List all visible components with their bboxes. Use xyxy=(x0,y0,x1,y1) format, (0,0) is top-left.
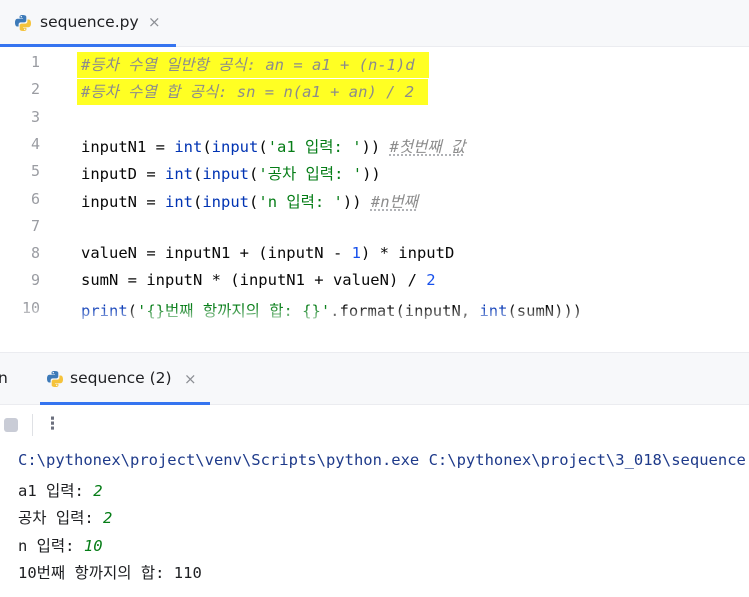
run-tab-bar: n sequence (2) × xyxy=(0,353,749,405)
line-number: 4 xyxy=(30,134,40,153)
code-token: #첫번째 값 xyxy=(389,137,466,156)
code-line[interactable]: 7 xyxy=(0,213,749,240)
run-tab-sequence[interactable]: sequence (2) × xyxy=(32,353,210,405)
run-toolbar: ⋮ xyxy=(0,405,749,447)
panel-divider[interactable] xyxy=(0,327,749,353)
code-token: sumN = inputN * (inputN1 + valueN) / xyxy=(81,271,427,290)
code-line[interactable]: 9 sumN = inputN * (inputN1 + valueN) / 2 xyxy=(0,267,749,294)
editor-tab-sequence-py[interactable]: sequence.py × xyxy=(0,0,176,47)
console-user-input: 2 xyxy=(103,509,113,527)
code-line[interactable]: 1 #등차 수열 일반항 공식: an = a1 + (n-1)d xyxy=(0,49,749,78)
line-number: 8 xyxy=(30,244,40,263)
line-number: 7 xyxy=(30,216,40,235)
editor-tab-bar: sequence.py × xyxy=(0,0,749,47)
line-code: sumN = inputN * (inputN1 + valueN) / 2 xyxy=(81,271,436,289)
line-code: inputD = int(input('공차 입력: ')) xyxy=(81,162,381,184)
console-line: n 입력: 10 xyxy=(18,534,103,561)
line-number: 6 xyxy=(30,189,40,208)
code-token: ( xyxy=(193,165,203,184)
code-token: int xyxy=(165,165,193,184)
console-user-input: 2 xyxy=(93,481,103,500)
code-editor[interactable]: 1 #등차 수열 일반항 공식: an = a1 + (n-1)d 2 #등차 수열 … xyxy=(0,47,749,327)
code-token: ( xyxy=(249,165,259,184)
code-token: )) xyxy=(342,192,371,211)
console-line: C:\pythonex\project\venv\Scripts\python.… xyxy=(18,451,749,478)
console-line: a1 입력: 2 xyxy=(18,479,103,506)
line-number: 9 xyxy=(30,271,40,290)
code-token: ( xyxy=(202,137,212,156)
line-code: inputN = int(input('n 입력: ')) #n번째 xyxy=(81,190,418,212)
console-output: 10번째 항까지의 합: 110 xyxy=(18,564,202,582)
code-line[interactable]: 3 xyxy=(0,104,749,131)
console-output: n 입력: xyxy=(18,536,84,555)
code-token: #등차 수열 일반항 공식: an = a1 + (n-1)d xyxy=(77,52,429,78)
run-tab-label: sequence (2) xyxy=(70,369,172,387)
code-line[interactable]: 2 #등차 수열 합 공식: sn = n(a1 + an) / 2 xyxy=(0,76,749,106)
code-token: #n번째 xyxy=(370,192,419,211)
toolbar-separator xyxy=(32,414,33,436)
editor-fade xyxy=(0,306,749,328)
console-line: 10번째 항까지의 합: 110 xyxy=(18,561,202,588)
python-file-icon xyxy=(15,15,31,31)
code-token: inputN = xyxy=(81,192,165,211)
code-line[interactable]: 6 inputN = int(input('n 입력: ')) #n번째 xyxy=(0,186,749,213)
console-output: 공차 입력: xyxy=(18,509,104,527)
line-number: 3 xyxy=(30,107,40,126)
code-token: inputN1 = xyxy=(81,137,175,156)
stop-icon[interactable] xyxy=(4,418,18,432)
code-token: valueN = inputN1 + (inputN - xyxy=(81,244,352,263)
code-line[interactable]: 8 valueN = inputN1 + (inputN - 1) * input… xyxy=(0,240,749,267)
code-line[interactable]: 4 inputN1 = int(input('a1 입력: ')) #첫번째 값 xyxy=(0,131,749,158)
run-window-title: n xyxy=(0,369,8,387)
code-token: '공차 입력: ' xyxy=(258,165,363,184)
close-icon[interactable]: × xyxy=(184,370,197,388)
line-code: #등차 수열 합 공식: sn = n(a1 + an) / 2 xyxy=(77,79,429,106)
line-number: 1 xyxy=(30,53,40,71)
code-token: input xyxy=(211,137,259,156)
python-run-icon xyxy=(47,371,63,387)
more-options-icon[interactable]: ⋮ xyxy=(44,413,61,435)
code-token: #등차 수열 합 공식: sn = n(a1 + an) / 2 xyxy=(77,79,429,106)
code-token: ( xyxy=(193,192,203,211)
line-code: inputN1 = int(input('a1 입력: ')) #첫번째 값 xyxy=(81,135,465,157)
console-line: 공차 입력: 2 xyxy=(18,506,112,533)
code-token: inputD = xyxy=(81,165,165,184)
code-token: 'a1 입력: ' xyxy=(267,137,362,156)
close-icon[interactable]: × xyxy=(148,13,161,31)
code-token: ) * inputD xyxy=(360,244,455,263)
code-token: int xyxy=(174,137,203,156)
code-token: ( xyxy=(249,192,259,211)
code-token: ( xyxy=(258,137,268,156)
run-console[interactable]: C:\pythonex\project\venv\Scripts\python.… xyxy=(0,447,749,597)
line-code: #등차 수열 일반항 공식: an = a1 + (n-1)d xyxy=(77,52,429,78)
code-token: input xyxy=(202,165,250,184)
code-token: 2 xyxy=(426,271,436,290)
console-output: a1 입력: xyxy=(18,481,94,500)
code-token: )) xyxy=(362,165,381,184)
code-token: int xyxy=(165,192,193,211)
code-line[interactable]: 5 inputD = int(input('공차 입력: ')) xyxy=(0,158,749,185)
code-token: )) xyxy=(361,137,390,156)
code-token: input xyxy=(202,192,250,211)
code-token: 'n 입력: ' xyxy=(258,192,343,211)
code-token: 1 xyxy=(351,244,361,263)
line-number: 5 xyxy=(30,162,40,181)
editor-tab-label: sequence.py xyxy=(40,13,139,31)
line-code: valueN = inputN1 + (inputN - 1) * inputD xyxy=(81,244,454,262)
console-user-input: 10 xyxy=(83,536,103,555)
console-output: C:\pythonex\project\venv\Scripts\python.… xyxy=(18,451,749,469)
line-number: 2 xyxy=(30,80,40,99)
